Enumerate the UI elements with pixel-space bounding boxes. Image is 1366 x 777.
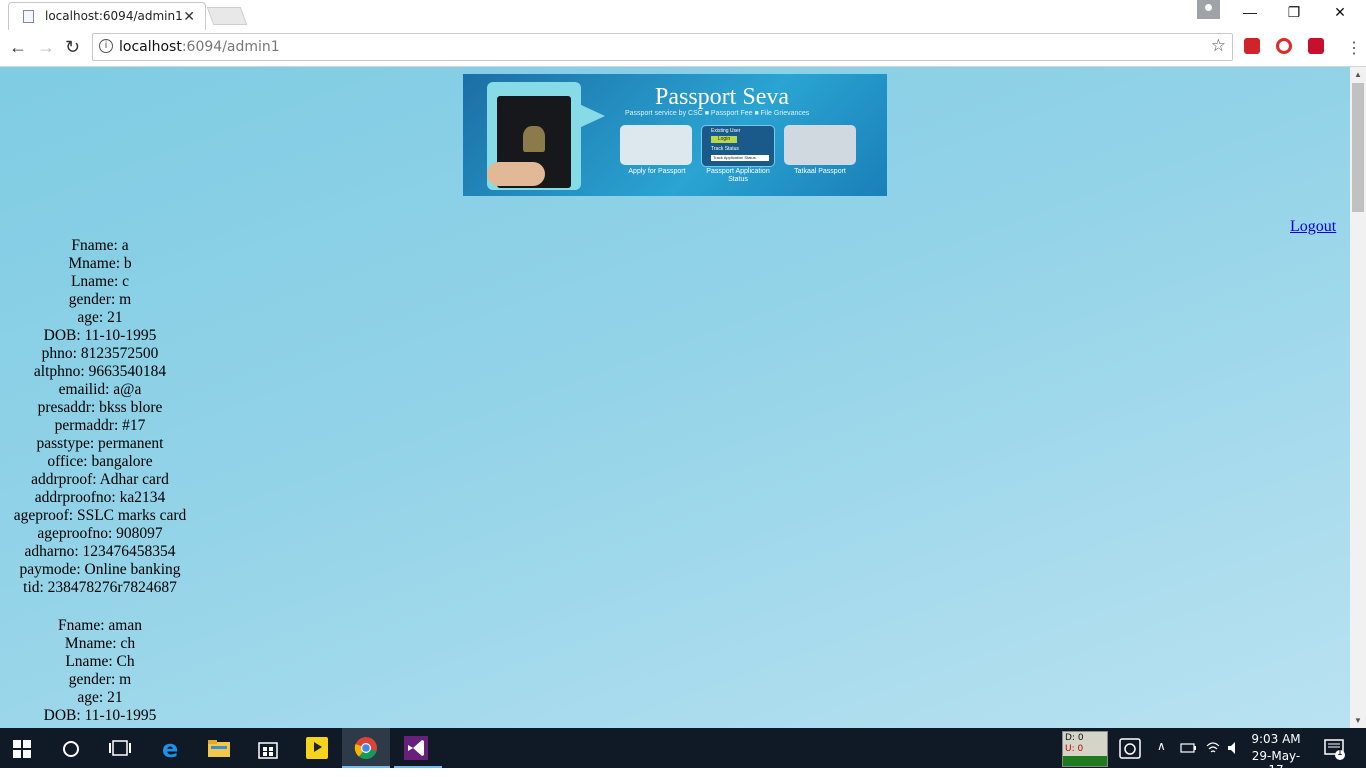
- banner-login: Login: [711, 136, 737, 143]
- hand-image: [487, 162, 545, 186]
- caption-status: Passport Application Status: [706, 168, 770, 183]
- record-field: Fname: a: [71, 237, 129, 254]
- svg-text:e: e: [162, 736, 178, 760]
- track-application-label: Track Application Status: [711, 155, 769, 161]
- windows-start-icon[interactable]: [13, 740, 31, 758]
- status-panel: Existing User Login Track Status Track A…: [701, 125, 775, 167]
- record-field: altphno: 9663540184: [33, 363, 167, 380]
- url-text[interactable]: localhost:6094/admin1: [119, 39, 280, 55]
- existing-user-label: Existing User: [711, 128, 741, 134]
- record-field: passtype: permanent: [36, 435, 164, 452]
- record-field: Fname: aman: [58, 617, 142, 634]
- tab-title: localhost:6094/admin1: [45, 9, 183, 23]
- record-field: age: 21: [77, 309, 123, 326]
- back-icon[interactable]: ←: [9, 37, 27, 58]
- opera-icon[interactable]: [1276, 38, 1292, 54]
- record-field: Mname: b: [68, 255, 132, 272]
- close-tab-icon[interactable]: ✕: [183, 8, 195, 25]
- record-field: emailid: a@a: [58, 381, 142, 398]
- reload-icon[interactable]: ↻: [65, 37, 80, 58]
- player-icon[interactable]: [305, 736, 329, 760]
- close-window-icon[interactable]: ✕: [1330, 4, 1350, 21]
- clock-date[interactable]: 29-May-17: [1246, 749, 1306, 777]
- record-field: ageproofno: 908097: [37, 525, 163, 542]
- battery-icon[interactable]: [1180, 740, 1196, 756]
- visual-studio-icon[interactable]: [404, 736, 428, 760]
- profile-icon[interactable]: [1197, 0, 1220, 19]
- record-field: presaddr: bkss blore: [37, 399, 163, 416]
- address-bar[interactable]: i localhost:6094/admin1 ☆: [92, 33, 1233, 61]
- record-field: age: 21: [77, 689, 123, 706]
- file-explorer-icon[interactable]: [207, 736, 231, 760]
- browser-tab[interactable]: localhost:6094/admin1 ✕: [8, 2, 206, 30]
- records-list: Fname: a Mname: b Lname: c gender: m age…: [0, 237, 200, 725]
- restore-icon[interactable]: ❐: [1284, 4, 1304, 21]
- menu-icon[interactable]: ⋮: [1346, 38, 1362, 58]
- record-field: ageproof: SSLC marks card: [13, 507, 187, 524]
- record-field: permaddr: #17: [54, 417, 146, 434]
- record-field: addrproof: Adhar card: [31, 471, 169, 488]
- chevron-up-icon[interactable]: ∧: [1157, 739, 1166, 753]
- net-download: D: 0: [1065, 733, 1084, 743]
- record: Fname: a Mname: b Lname: c gender: m age…: [0, 237, 200, 597]
- scroll-down-icon[interactable]: ▼: [1354, 716, 1362, 725]
- record-field: Mname: ch: [64, 635, 136, 652]
- record-field: paymode: Online banking: [19, 561, 181, 578]
- store-icon[interactable]: [256, 736, 280, 760]
- caption-tatkaal: Tatkaal Passport: [794, 168, 846, 175]
- vertical-scrollbar[interactable]: ▲ ▼: [1350, 67, 1366, 728]
- record: Fname: aman Mname: ch Lname: Ch gender: …: [0, 617, 200, 725]
- notification-icon[interactable]: [1323, 736, 1347, 760]
- record-field: tid: 238478276r7824687: [23, 579, 177, 596]
- wifi-icon[interactable]: [1205, 740, 1221, 756]
- volume-icon[interactable]: [1226, 740, 1242, 756]
- shield-icon[interactable]: [1308, 38, 1324, 54]
- track-status-label: Track Status: [711, 146, 739, 152]
- clock-time[interactable]: 9:03 AM: [1246, 732, 1306, 746]
- record-field: Lname: c: [70, 273, 130, 290]
- record-field: office: bangalore: [47, 453, 153, 470]
- bookmark-star-icon[interactable]: ☆: [1211, 36, 1226, 56]
- record-field: DOB: 11-10-1995: [43, 707, 157, 724]
- net-upload: U: 0: [1065, 744, 1084, 754]
- banner-title: Passport Seva: [655, 84, 789, 110]
- tab-strip: localhost:6094/admin1 ✕ — ❐ ✕: [0, 0, 1366, 30]
- chrome-icon: [354, 737, 377, 759]
- banner-subtitle: Passport service by CSC ■ Passport Fee ■…: [625, 110, 810, 117]
- scrollbar-thumb[interactable]: [1352, 83, 1364, 212]
- record-field: gender: m: [68, 671, 132, 688]
- page-content: Passport Seva Passport service by CSC ■ …: [0, 67, 1350, 728]
- tatkaal-panel: [784, 125, 856, 165]
- record-field: phno: 8123572500: [41, 345, 159, 362]
- record-field: Lname: Ch: [65, 653, 135, 670]
- record-field: adharno: 123476458354: [24, 543, 176, 560]
- browser-toolbar: ← → ↻ i localhost:6094/admin1 ☆ ⋮: [0, 30, 1366, 67]
- apply-panel: [620, 125, 692, 165]
- minimize-icon[interactable]: —: [1240, 4, 1260, 20]
- task-view-icon[interactable]: [108, 739, 132, 757]
- record-field: gender: m: [68, 291, 132, 308]
- page-icon: [23, 10, 34, 23]
- scroll-up-icon[interactable]: ▲: [1354, 70, 1362, 79]
- passport-seva-banner: Passport Seva Passport service by CSC ■ …: [463, 74, 887, 196]
- network-meter[interactable]: D: 0 U: 0: [1062, 731, 1108, 767]
- caption-apply: Apply for Passport: [628, 168, 686, 175]
- new-tab-button[interactable]: [206, 7, 248, 25]
- logout-link[interactable]: Logout: [1290, 218, 1336, 236]
- search-icon[interactable]: [61, 739, 81, 759]
- record-field: addrproofno: ka2134: [34, 489, 166, 506]
- recorder-icon[interactable]: [1118, 736, 1142, 760]
- info-icon[interactable]: i: [99, 39, 113, 53]
- chrome-taskbar-button[interactable]: [342, 728, 390, 768]
- extension-icon[interactable]: [1244, 38, 1260, 54]
- forward-icon[interactable]: →: [37, 37, 55, 58]
- notification-count: 1: [1337, 748, 1343, 758]
- edge-icon[interactable]: e: [160, 736, 184, 760]
- taskbar: e D: 0 U: 0 ∧ 9:03 AM 29-May-17 1: [0, 728, 1366, 777]
- record-field: DOB: 11-10-1995: [43, 327, 157, 344]
